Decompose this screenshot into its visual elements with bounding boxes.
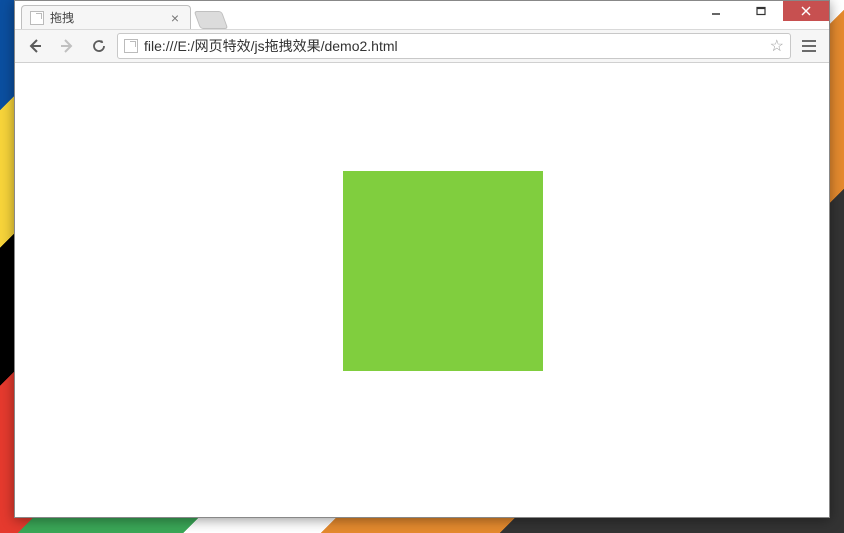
close-tab-icon[interactable]: ×: [168, 11, 182, 25]
toolbar: file:///E:/网页特效/js拖拽效果/demo2.html ☆: [15, 29, 829, 63]
tab-title: 拖拽: [50, 9, 162, 26]
tab-strip: 拖拽 ×: [15, 1, 225, 29]
draggable-box[interactable]: [343, 171, 543, 371]
titlebar: 拖拽 ×: [15, 1, 829, 29]
bookmark-star-icon[interactable]: ☆: [770, 36, 784, 56]
new-tab-button[interactable]: [194, 11, 229, 29]
forward-button[interactable]: [53, 33, 81, 59]
close-window-button[interactable]: [783, 1, 829, 21]
minimize-button[interactable]: [693, 1, 738, 21]
file-icon: [124, 39, 138, 53]
address-bar[interactable]: file:///E:/网页特效/js拖拽效果/demo2.html ☆: [117, 33, 791, 59]
maximize-button[interactable]: [738, 1, 783, 21]
active-tab[interactable]: 拖拽 ×: [21, 5, 191, 29]
back-button[interactable]: [21, 33, 49, 59]
window-controls: [693, 1, 829, 21]
page-content: [15, 63, 829, 517]
browser-window: 拖拽 × file:///E:/网: [14, 0, 830, 518]
file-icon: [30, 11, 44, 25]
hamburger-icon: [802, 40, 816, 42]
menu-button[interactable]: [795, 33, 823, 59]
url-text: file:///E:/网页特效/js拖拽效果/demo2.html: [144, 36, 764, 56]
reload-button[interactable]: [85, 33, 113, 59]
